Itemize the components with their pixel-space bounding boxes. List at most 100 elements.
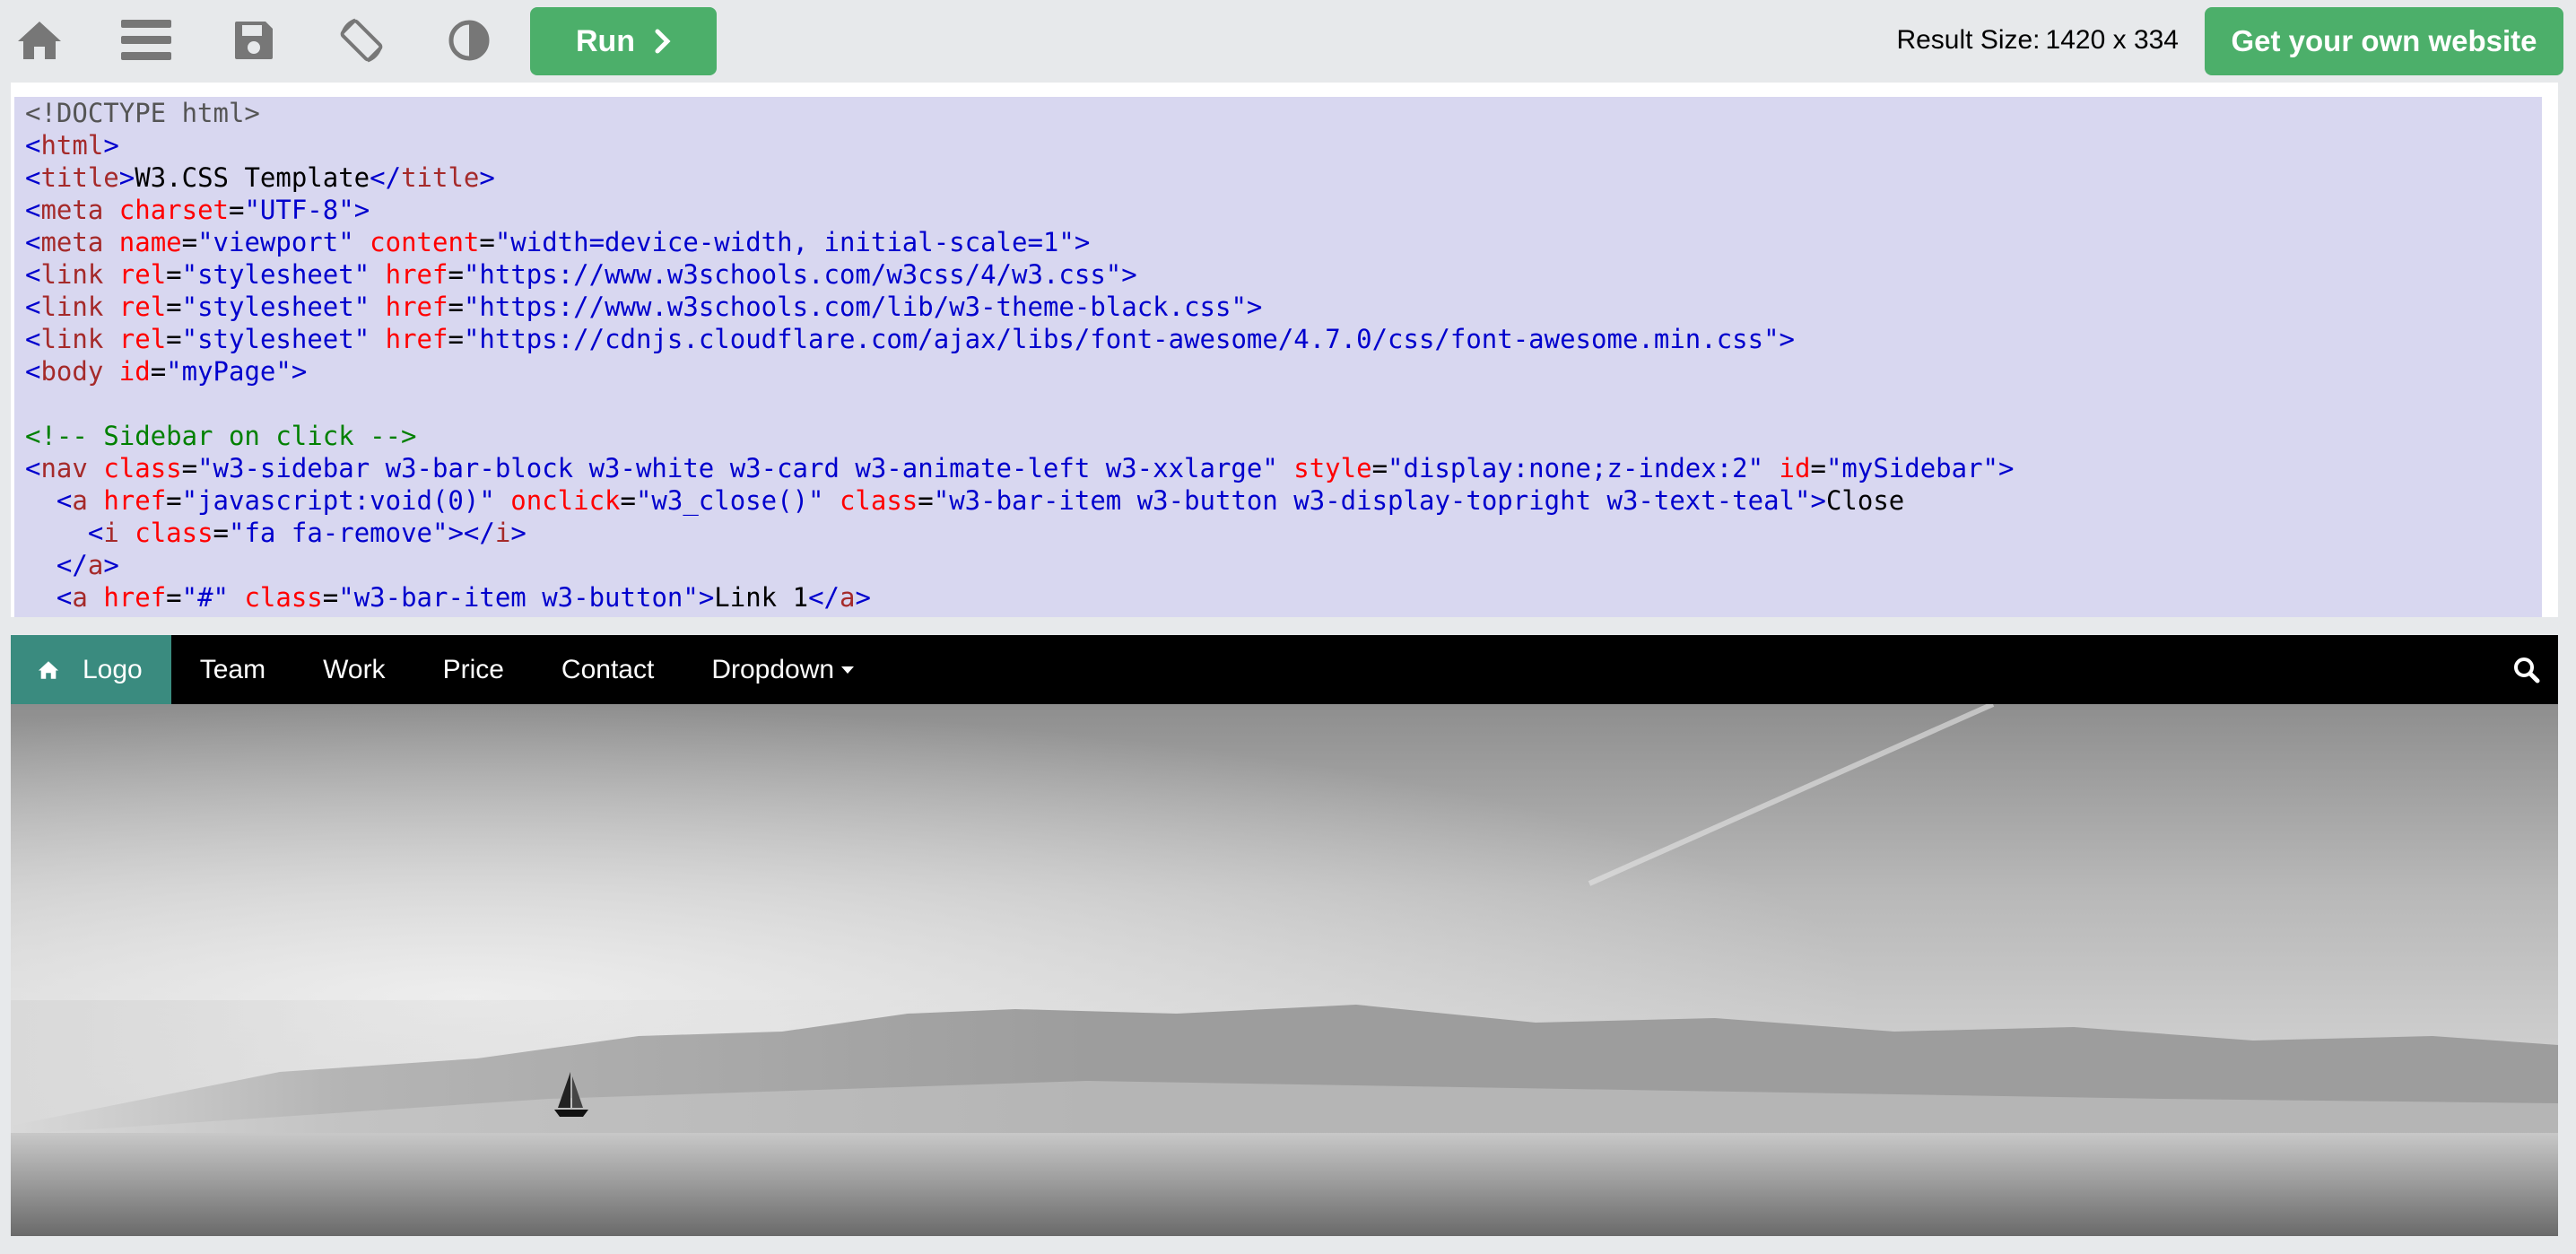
code-token: =	[181, 227, 198, 257]
code-token: "w3-sidebar w3-bar-block w3-white w3-car…	[197, 453, 1294, 483]
code-line[interactable]: <title>W3.CSS Template</title>	[25, 161, 2542, 194]
code-token: <	[56, 582, 73, 613]
code-token: i	[494, 518, 511, 548]
nav-dropdown[interactable]: Dropdown	[683, 635, 883, 704]
code-token: =	[322, 582, 339, 613]
code-line[interactable]: <link rel="stylesheet" href="https://www…	[25, 291, 2542, 323]
code-line[interactable]: <body id="myPage">	[25, 355, 2542, 388]
code-line[interactable]: <a href="#" class="w3-bar-item w3-button…	[25, 581, 2542, 614]
code-token: link	[40, 259, 119, 290]
code-token: =	[166, 292, 182, 322]
code-token: >	[103, 550, 119, 580]
code-token: class	[103, 453, 182, 483]
code-token: class	[839, 485, 918, 516]
code-line[interactable]: </a>	[25, 549, 2542, 581]
code-token: >	[1121, 259, 1137, 290]
code-token: rel	[118, 259, 167, 290]
code-token: >	[479, 162, 495, 193]
code-token: "w3_close()"	[635, 485, 840, 516]
code-token: =	[213, 518, 230, 548]
code-token: rel	[118, 292, 167, 322]
code-token: meta	[40, 227, 119, 257]
code-token: a	[87, 550, 104, 580]
code-token: name	[118, 227, 182, 257]
code-line[interactable]: <html>	[25, 129, 2542, 161]
code-token: href	[385, 324, 448, 354]
chevron-right-icon	[655, 29, 671, 54]
code-token: =	[166, 259, 182, 290]
code-token: nav	[40, 453, 104, 483]
code-token: html	[40, 130, 104, 161]
code-token: <	[56, 485, 73, 516]
code-token: href	[103, 485, 167, 516]
code-token: >	[510, 518, 527, 548]
code-line[interactable]: <!DOCTYPE html>	[25, 97, 2542, 129]
result-size: Result Size: 1420 x 334	[1896, 25, 2179, 56]
code-token: <	[25, 227, 41, 257]
code-token: "https://www.w3schools.com/lib/w3-theme-…	[463, 292, 1247, 322]
bottom-strip	[0, 1236, 2576, 1254]
code-token: "mySidebar"	[1825, 453, 1998, 483]
code-token: "https://cdnjs.cloudflare.com/ajax/libs/…	[463, 324, 1780, 354]
code-token: "display:none;z-index:2"	[1388, 453, 1780, 483]
code-token: =	[150, 356, 167, 387]
save-icon[interactable]	[224, 11, 283, 70]
get-own-website-button[interactable]: Get your own website	[2205, 7, 2563, 75]
code-token: >	[1779, 324, 1796, 354]
code-token: =	[479, 227, 495, 257]
code-line[interactable]: <meta charset="UTF-8">	[25, 194, 2542, 226]
result-size-label: Result Size:	[1896, 25, 2041, 55]
result-navbar: Logo Team Work Price Contact Dropdown	[11, 635, 2558, 704]
contrast-icon[interactable]	[439, 11, 499, 70]
code-token: "#"	[181, 582, 245, 613]
nav-item-team[interactable]: Team	[171, 635, 294, 704]
code-token: title	[401, 162, 480, 193]
code-token: "stylesheet"	[181, 292, 386, 322]
code-line[interactable]: <!-- Sidebar on click -->	[25, 420, 2542, 452]
caret-down-icon	[841, 666, 855, 674]
nav-logo[interactable]: Logo	[11, 635, 171, 704]
code-token: <	[25, 292, 41, 322]
code-token: style	[1293, 453, 1372, 483]
code-line[interactable]: <nav class="w3-sidebar w3-bar-block w3-w…	[25, 452, 2542, 484]
run-button[interactable]: Run	[530, 7, 717, 75]
rotate-icon[interactable]	[332, 11, 391, 70]
code-line[interactable]	[25, 388, 2542, 420]
code-token: "w3-bar-item w3-button w3-display-toprig…	[933, 485, 1811, 516]
run-label: Run	[575, 23, 636, 58]
result-frame: Logo Team Work Price Contact Dropdown	[11, 635, 2558, 1236]
nav-item-work[interactable]: Work	[294, 635, 413, 704]
code-token: <!DOCTYPE html>	[25, 98, 260, 128]
code-token: >	[103, 130, 119, 161]
code-token: =	[620, 485, 636, 516]
code-token: >	[1810, 485, 1826, 516]
code-token: link	[40, 324, 119, 354]
code-token: =	[166, 582, 182, 613]
code-editor[interactable]: <!DOCTYPE html> <html> <title>W3.CSS Templ…	[11, 83, 2558, 617]
code-line[interactable]: <meta name="viewport" content="width=dev…	[25, 226, 2542, 258]
menu-icon[interactable]	[117, 11, 176, 70]
code-token: >	[1074, 227, 1091, 257]
code-line[interactable]: <link rel="stylesheet" href="https://www…	[25, 258, 2542, 291]
code-token: >	[291, 356, 308, 387]
search-icon[interactable]	[2513, 635, 2540, 704]
nav-item-price[interactable]: Price	[414, 635, 533, 704]
code-token: </	[808, 582, 840, 613]
code-token: =	[1371, 453, 1388, 483]
nav-item-contact[interactable]: Contact	[533, 635, 683, 704]
code-token: body	[40, 356, 119, 387]
code-line[interactable]: <i class="fa fa-remove"></i>	[25, 517, 2542, 549]
code-token: >	[1998, 453, 2015, 483]
code-token: <!-- Sidebar on click -->	[25, 421, 417, 451]
code-line[interactable]: <link rel="stylesheet" href="https://cdn…	[25, 323, 2542, 355]
code-token: class	[244, 582, 323, 613]
nav-logo-label: Logo	[83, 654, 143, 684]
code-token: =	[181, 453, 198, 483]
code-line[interactable]: <a href="javascript:void(0)" onclick="w3…	[25, 484, 2542, 517]
code-selection[interactable]: <!DOCTYPE html> <html> <title>W3.CSS Templ…	[14, 97, 2542, 617]
home-icon[interactable]	[10, 11, 69, 70]
code-token: =	[448, 259, 464, 290]
code-token: meta	[40, 195, 119, 225]
code-token: >	[353, 195, 370, 225]
